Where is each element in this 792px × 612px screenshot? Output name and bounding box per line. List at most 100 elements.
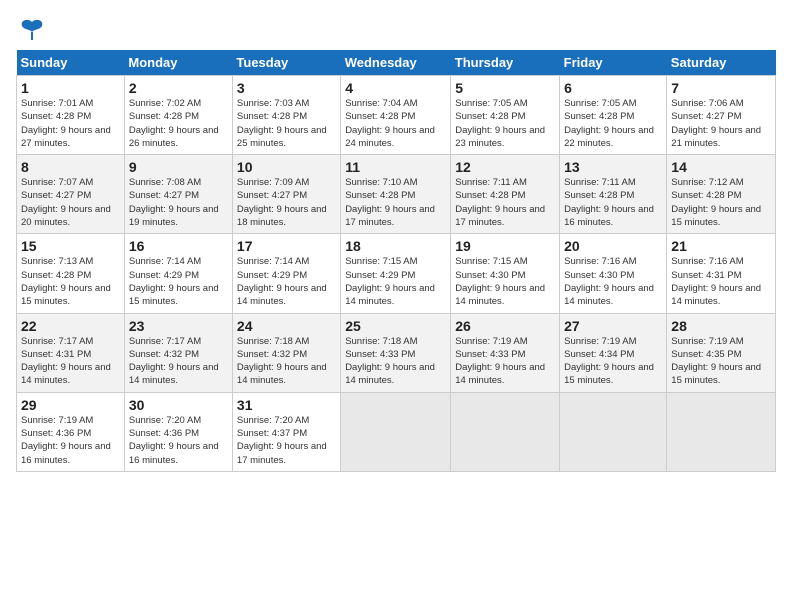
calendar-cell: 8Sunrise: 7:07 AM Sunset: 4:27 PM Daylig… [17,155,125,234]
calendar-cell: 2Sunrise: 7:02 AM Sunset: 4:28 PM Daylig… [124,76,232,155]
calendar-cell: 10Sunrise: 7:09 AM Sunset: 4:27 PM Dayli… [232,155,340,234]
day-info: Sunrise: 7:13 AM Sunset: 4:28 PM Dayligh… [21,255,120,308]
header-friday: Friday [560,50,667,76]
day-info: Sunrise: 7:16 AM Sunset: 4:31 PM Dayligh… [671,255,771,308]
calendar-cell: 3Sunrise: 7:03 AM Sunset: 4:28 PM Daylig… [232,76,340,155]
day-info: Sunrise: 7:19 AM Sunset: 4:36 PM Dayligh… [21,414,120,467]
day-number: 11 [345,159,446,175]
day-number: 27 [564,318,662,334]
calendar-cell [667,392,776,471]
day-number: 26 [455,318,555,334]
day-number: 17 [237,238,336,254]
calendar-cell: 12Sunrise: 7:11 AM Sunset: 4:28 PM Dayli… [451,155,560,234]
day-number: 21 [671,238,771,254]
day-info: Sunrise: 7:10 AM Sunset: 4:28 PM Dayligh… [345,176,446,229]
day-number: 7 [671,80,771,96]
day-info: Sunrise: 7:03 AM Sunset: 4:28 PM Dayligh… [237,97,336,150]
day-number: 20 [564,238,662,254]
day-info: Sunrise: 7:15 AM Sunset: 4:30 PM Dayligh… [455,255,555,308]
logo [16,16,46,40]
page-container: SundayMondayTuesdayWednesdayThursdayFrid… [0,0,792,480]
day-number: 4 [345,80,446,96]
day-number: 2 [129,80,228,96]
calendar-week-row: 8Sunrise: 7:07 AM Sunset: 4:27 PM Daylig… [17,155,776,234]
header-tuesday: Tuesday [232,50,340,76]
day-number: 24 [237,318,336,334]
calendar-cell: 1Sunrise: 7:01 AM Sunset: 4:28 PM Daylig… [17,76,125,155]
day-info: Sunrise: 7:05 AM Sunset: 4:28 PM Dayligh… [564,97,662,150]
day-info: Sunrise: 7:18 AM Sunset: 4:33 PM Dayligh… [345,335,446,388]
calendar-cell [451,392,560,471]
calendar-header-row: SundayMondayTuesdayWednesdayThursdayFrid… [17,50,776,76]
calendar-cell: 18Sunrise: 7:15 AM Sunset: 4:29 PM Dayli… [341,234,451,313]
day-number: 30 [129,397,228,413]
calendar-week-row: 1Sunrise: 7:01 AM Sunset: 4:28 PM Daylig… [17,76,776,155]
day-number: 14 [671,159,771,175]
calendar-cell: 7Sunrise: 7:06 AM Sunset: 4:27 PM Daylig… [667,76,776,155]
calendar-cell: 28Sunrise: 7:19 AM Sunset: 4:35 PM Dayli… [667,313,776,392]
day-number: 5 [455,80,555,96]
calendar-cell: 4Sunrise: 7:04 AM Sunset: 4:28 PM Daylig… [341,76,451,155]
calendar-cell: 13Sunrise: 7:11 AM Sunset: 4:28 PM Dayli… [560,155,667,234]
day-info: Sunrise: 7:04 AM Sunset: 4:28 PM Dayligh… [345,97,446,150]
day-info: Sunrise: 7:19 AM Sunset: 4:33 PM Dayligh… [455,335,555,388]
calendar-week-row: 22Sunrise: 7:17 AM Sunset: 4:31 PM Dayli… [17,313,776,392]
day-number: 9 [129,159,228,175]
calendar-cell: 17Sunrise: 7:14 AM Sunset: 4:29 PM Dayli… [232,234,340,313]
calendar-cell: 27Sunrise: 7:19 AM Sunset: 4:34 PM Dayli… [560,313,667,392]
calendar-cell: 30Sunrise: 7:20 AM Sunset: 4:36 PM Dayli… [124,392,232,471]
day-info: Sunrise: 7:14 AM Sunset: 4:29 PM Dayligh… [129,255,228,308]
day-info: Sunrise: 7:17 AM Sunset: 4:31 PM Dayligh… [21,335,120,388]
calendar-week-row: 29Sunrise: 7:19 AM Sunset: 4:36 PM Dayli… [17,392,776,471]
header-monday: Monday [124,50,232,76]
calendar-cell: 31Sunrise: 7:20 AM Sunset: 4:37 PM Dayli… [232,392,340,471]
logo-bird-icon [18,16,46,44]
day-info: Sunrise: 7:15 AM Sunset: 4:29 PM Dayligh… [345,255,446,308]
day-info: Sunrise: 7:01 AM Sunset: 4:28 PM Dayligh… [21,97,120,150]
day-number: 29 [21,397,120,413]
day-number: 15 [21,238,120,254]
day-info: Sunrise: 7:08 AM Sunset: 4:27 PM Dayligh… [129,176,228,229]
day-info: Sunrise: 7:09 AM Sunset: 4:27 PM Dayligh… [237,176,336,229]
calendar-cell: 22Sunrise: 7:17 AM Sunset: 4:31 PM Dayli… [17,313,125,392]
calendar-cell: 14Sunrise: 7:12 AM Sunset: 4:28 PM Dayli… [667,155,776,234]
calendar-table: SundayMondayTuesdayWednesdayThursdayFrid… [16,50,776,472]
calendar-cell: 6Sunrise: 7:05 AM Sunset: 4:28 PM Daylig… [560,76,667,155]
day-info: Sunrise: 7:07 AM Sunset: 4:27 PM Dayligh… [21,176,120,229]
day-info: Sunrise: 7:11 AM Sunset: 4:28 PM Dayligh… [455,176,555,229]
calendar-cell: 25Sunrise: 7:18 AM Sunset: 4:33 PM Dayli… [341,313,451,392]
calendar-cell: 16Sunrise: 7:14 AM Sunset: 4:29 PM Dayli… [124,234,232,313]
calendar-cell [341,392,451,471]
calendar-cell: 11Sunrise: 7:10 AM Sunset: 4:28 PM Dayli… [341,155,451,234]
day-info: Sunrise: 7:18 AM Sunset: 4:32 PM Dayligh… [237,335,336,388]
calendar-cell: 15Sunrise: 7:13 AM Sunset: 4:28 PM Dayli… [17,234,125,313]
day-number: 16 [129,238,228,254]
day-number: 18 [345,238,446,254]
calendar-cell: 5Sunrise: 7:05 AM Sunset: 4:28 PM Daylig… [451,76,560,155]
day-info: Sunrise: 7:06 AM Sunset: 4:27 PM Dayligh… [671,97,771,150]
calendar-cell: 24Sunrise: 7:18 AM Sunset: 4:32 PM Dayli… [232,313,340,392]
day-number: 28 [671,318,771,334]
day-info: Sunrise: 7:05 AM Sunset: 4:28 PM Dayligh… [455,97,555,150]
calendar-cell: 19Sunrise: 7:15 AM Sunset: 4:30 PM Dayli… [451,234,560,313]
calendar-cell: 20Sunrise: 7:16 AM Sunset: 4:30 PM Dayli… [560,234,667,313]
calendar-cell: 9Sunrise: 7:08 AM Sunset: 4:27 PM Daylig… [124,155,232,234]
day-info: Sunrise: 7:19 AM Sunset: 4:34 PM Dayligh… [564,335,662,388]
header-sunday: Sunday [17,50,125,76]
header-wednesday: Wednesday [341,50,451,76]
day-info: Sunrise: 7:11 AM Sunset: 4:28 PM Dayligh… [564,176,662,229]
day-number: 10 [237,159,336,175]
day-info: Sunrise: 7:12 AM Sunset: 4:28 PM Dayligh… [671,176,771,229]
calendar-cell: 26Sunrise: 7:19 AM Sunset: 4:33 PM Dayli… [451,313,560,392]
day-info: Sunrise: 7:20 AM Sunset: 4:36 PM Dayligh… [129,414,228,467]
calendar-week-row: 15Sunrise: 7:13 AM Sunset: 4:28 PM Dayli… [17,234,776,313]
day-number: 31 [237,397,336,413]
calendar-cell [560,392,667,471]
day-number: 25 [345,318,446,334]
day-info: Sunrise: 7:19 AM Sunset: 4:35 PM Dayligh… [671,335,771,388]
day-number: 22 [21,318,120,334]
day-info: Sunrise: 7:02 AM Sunset: 4:28 PM Dayligh… [129,97,228,150]
day-number: 8 [21,159,120,175]
day-number: 12 [455,159,555,175]
day-number: 13 [564,159,662,175]
